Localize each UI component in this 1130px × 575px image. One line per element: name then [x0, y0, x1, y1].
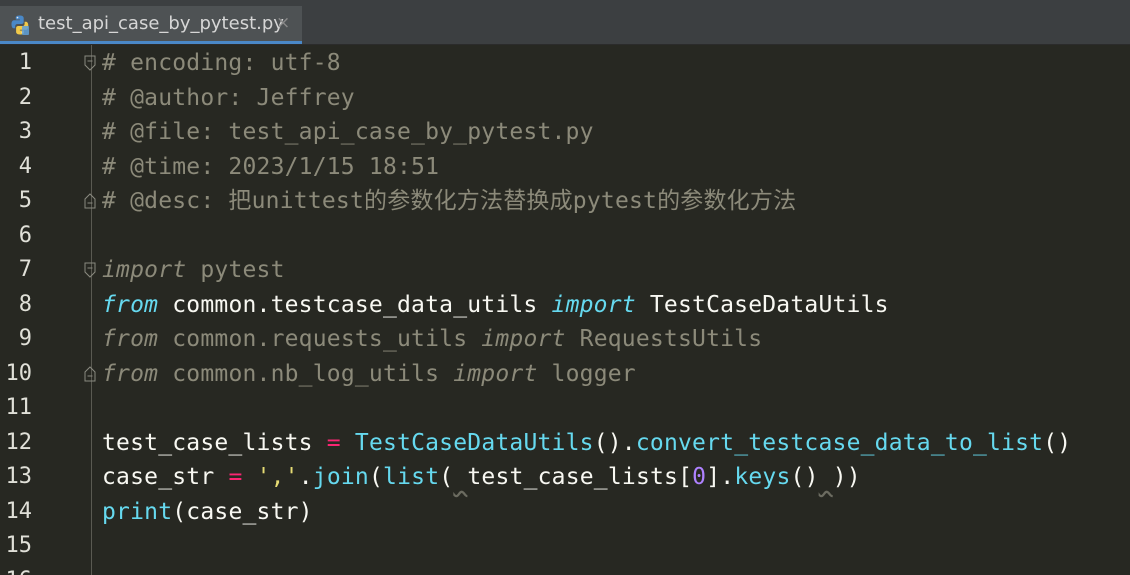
editor-window: test_api_case_by_pytest.py × 1 # encodin…: [0, 0, 1130, 575]
code-line-6: 6: [0, 219, 1130, 254]
code-text: from common.requests_utils import Reques…: [102, 322, 762, 356]
imported-name: RequestsUtils: [565, 326, 763, 352]
punctuation: (: [439, 464, 454, 490]
keyword-from: from: [102, 291, 159, 318]
method-call: convert_testcase_data_to_list: [635, 429, 1044, 456]
punctuation: .: [298, 464, 313, 490]
comment-author: # @author: Jeffrey: [102, 84, 355, 111]
fold-start-icon[interactable]: [84, 55, 96, 71]
tab-title: test_api_case_by_pytest.py: [38, 13, 284, 34]
python-file-icon: [11, 15, 29, 35]
tab-bar: test_api_case_by_pytest.py ×: [0, 0, 1130, 45]
punctuation: ].: [706, 464, 735, 490]
assign-operator: =: [228, 464, 243, 490]
method-call: join: [312, 464, 369, 490]
code-text: test_case_lists = TestCaseDataUtils().co…: [102, 426, 1071, 460]
line-number: 14: [5, 498, 33, 524]
fold-start-icon[interactable]: [84, 262, 96, 278]
code-line-9: 9 from common.requests_utils import Requ…: [0, 322, 1130, 357]
code-line-10: 10 from common.nb_log_utils import logge…: [0, 357, 1130, 392]
code-line-15: 15: [0, 529, 1130, 564]
code-line-1: 1 # encoding: utf-8: [0, 46, 1130, 81]
keyword-import: import: [102, 257, 187, 283]
assign-operator: =: [326, 429, 341, 456]
module-name: common.nb_log_utils: [158, 360, 454, 387]
keyword-import: import: [453, 360, 538, 387]
code-line-3: 3 # @file: test_api_case_by_pytest.py: [0, 115, 1130, 150]
variable-name: case_str: [102, 464, 229, 490]
code-line-16: 16: [0, 564, 1130, 575]
line-number: 2: [18, 84, 32, 110]
fold-end-icon[interactable]: [84, 365, 96, 382]
variable-name: test_case_lists[: [467, 464, 693, 490]
whitespace-warning: [819, 464, 833, 490]
builtin-call: list: [383, 464, 440, 490]
number-literal: 0: [692, 464, 707, 490]
line-number: 12: [5, 429, 33, 455]
code-line-11: 11: [0, 391, 1130, 426]
class-call: TestCaseDataUtils: [354, 429, 594, 456]
code-line-4: 4 # @time: 2023/1/15 18:51: [0, 150, 1130, 185]
module-name: common.requests_utils: [158, 326, 482, 352]
line-number: 11: [5, 395, 33, 420]
code-line-5: 5 # @desc: 把unittest的参数化方法替换成pytest的参数化方…: [0, 184, 1130, 219]
variable-name: test_case_lists: [102, 429, 327, 456]
code-line-2: 2 # @author: Jeffrey: [0, 81, 1130, 116]
code-line-13: 13 case_str = ','.join(list( test_case_l…: [0, 460, 1130, 495]
keyword-import: import: [481, 326, 566, 352]
imported-name: logger: [537, 360, 636, 387]
close-icon[interactable]: ×: [276, 13, 290, 33]
fold-end-icon[interactable]: [84, 193, 96, 209]
code-text: from common.nb_log_utils import logger: [102, 357, 636, 391]
line-number: 5: [18, 188, 32, 213]
whitespace-warning: [453, 464, 467, 490]
keyword-from: from: [102, 360, 159, 387]
punctuation: (): [790, 464, 819, 490]
line-number: 9: [18, 326, 32, 351]
comment-time: # @time: 2023/1/15 18:51: [102, 153, 440, 180]
call-arguments: (case_str): [172, 498, 313, 525]
code-text: import pytest: [102, 253, 285, 287]
imported-name: TestCaseDataUtils: [635, 291, 889, 318]
code-text: print(case_str): [102, 495, 313, 529]
comment-file: # @file: test_api_case_by_pytest.py: [102, 119, 594, 145]
string-literal: ',': [256, 464, 299, 490]
line-number: 10: [5, 360, 33, 386]
tab-test-api-case-by-pytest[interactable]: test_api_case_by_pytest.py ×: [0, 6, 302, 44]
code-text: case_str = ','.join(list( test_case_list…: [102, 460, 861, 494]
comment-desc: # @desc: 把unittest的参数化方法替换成pytest的参数化方法: [102, 188, 797, 214]
line-number: 4: [18, 153, 32, 179]
punctuation: )): [832, 464, 861, 490]
line-number: 6: [18, 222, 32, 248]
line-number: 1: [18, 50, 32, 75]
code-line-8: 8 from common.testcase_data_utils import…: [0, 288, 1130, 323]
comment-encoding: # encoding: utf-8: [102, 50, 341, 76]
builtin-call: print: [102, 498, 173, 525]
code-editor[interactable]: 1 # encoding: utf-8 2 # @author: Jeffrey…: [0, 45, 1130, 575]
code-text: from common.testcase_data_utils import T…: [102, 288, 889, 322]
line-number: 7: [18, 257, 32, 282]
line-number: 8: [18, 291, 32, 317]
code-line-12: 12 test_case_lists = TestCaseDataUtils()…: [0, 426, 1130, 461]
code-line-7: 7 import pytest: [0, 253, 1130, 288]
code-line-14: 14 print(case_str): [0, 495, 1130, 530]
module-name: common.testcase_data_utils: [158, 291, 552, 318]
line-number: 16: [0, 564, 33, 575]
punctuation: ().: [593, 429, 636, 456]
line-number: 13: [5, 464, 33, 489]
method-call: keys: [734, 464, 791, 490]
module-name: pytest: [186, 257, 285, 283]
punctuation: (): [1043, 429, 1072, 456]
line-number: 3: [18, 119, 32, 144]
punctuation: (: [368, 464, 384, 490]
line-number: 15: [5, 533, 33, 558]
keyword-import: import: [551, 291, 636, 318]
keyword-from: from: [102, 326, 159, 352]
